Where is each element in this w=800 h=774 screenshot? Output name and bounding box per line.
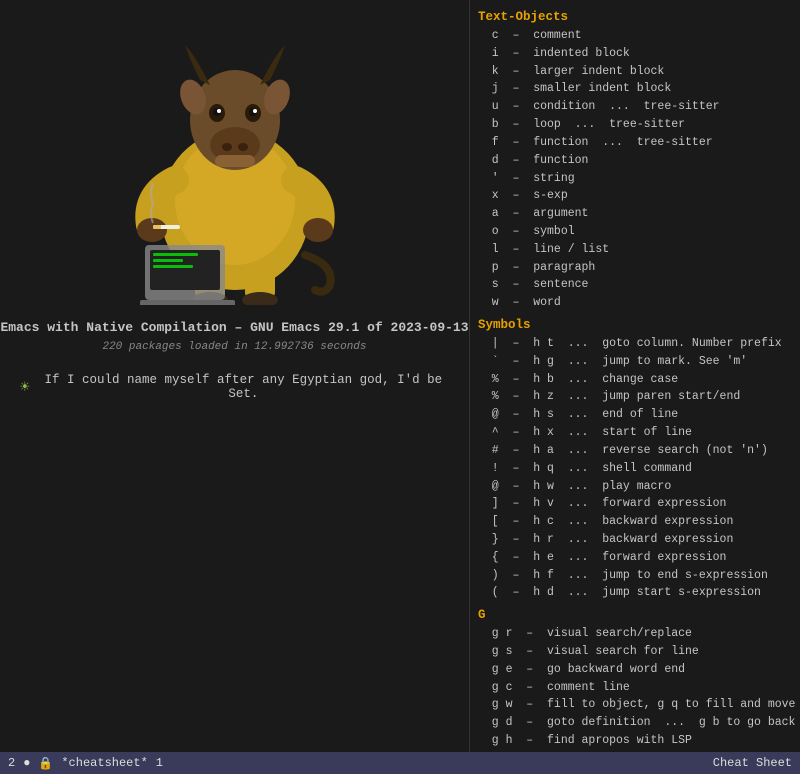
- cheat-line: @ – h w ... play macro: [478, 478, 792, 496]
- cheat-line: o – symbol: [478, 223, 792, 241]
- cheat-line: ` – h g ... jump to mark. See 'm': [478, 353, 792, 371]
- cheat-line: g r – visual search/replace: [478, 625, 792, 643]
- cheat-line: c – comment: [478, 27, 792, 45]
- status-num2: 1: [156, 756, 163, 770]
- cheat-line: } – h r ... backward expression: [478, 531, 792, 549]
- cheat-line: a – argument: [478, 205, 792, 223]
- right-panel[interactable]: Text-Objects c – comment i – indented bl…: [470, 0, 800, 774]
- splash-message: ☀ If I could name myself after any Egypt…: [0, 373, 469, 401]
- cheat-line: x – s-exp: [478, 187, 792, 205]
- status-right-label: Cheat Sheet: [713, 756, 792, 770]
- cheat-line: ^ – h x ... start of line: [478, 424, 792, 442]
- cheat-line: w – word: [478, 294, 792, 312]
- cheat-line: u – condition ... tree-sitter: [478, 98, 792, 116]
- cheat-line: ] – h v ... forward expression: [478, 495, 792, 513]
- section-title-text-objects: Text-Objects: [478, 10, 792, 24]
- sun-icon: ☀: [20, 377, 30, 397]
- cheat-line: # – h a ... reverse search (not 'n'): [478, 442, 792, 460]
- left-panel: Emacs with Native Compilation – GNU Emac…: [0, 0, 470, 774]
- cheat-line: { – h e ... forward expression: [478, 549, 792, 567]
- cheat-line: s – sentence: [478, 276, 792, 294]
- status-bar: 2 ● 🔒 *cheatsheet* 1 Cheat Sheet: [0, 752, 800, 774]
- gnu-mascot-svg: [95, 25, 375, 305]
- cheat-line: b – loop ... tree-sitter: [478, 116, 792, 134]
- cheat-line: % – h z ... jump paren start/end: [478, 388, 792, 406]
- cheat-line: p – paragraph: [478, 259, 792, 277]
- section-title-symbols: Symbols: [478, 318, 792, 332]
- cheat-line: i – indented block: [478, 45, 792, 63]
- status-buffer[interactable]: *cheatsheet*: [61, 756, 147, 770]
- cheat-line: g e – go backward word end: [478, 661, 792, 679]
- status-dot: ●: [23, 756, 30, 770]
- status-lock: 🔒: [38, 756, 53, 771]
- splash-text: If I could name myself after any Egyptia…: [38, 373, 449, 401]
- cheat-line: g d – goto definition ... g b to go back: [478, 714, 792, 732]
- cheat-line: f – function ... tree-sitter: [478, 134, 792, 152]
- emacs-title: Emacs with Native Compilation – GNU Emac…: [0, 320, 468, 335]
- cheat-line: l – line / list: [478, 241, 792, 259]
- status-num: 2: [8, 756, 15, 770]
- cheat-line: [ – h c ... backward expression: [478, 513, 792, 531]
- cheat-line: % – h b ... change case: [478, 371, 792, 389]
- section-title-g: G: [478, 608, 792, 622]
- cheat-line: g s – visual search for line: [478, 643, 792, 661]
- cheat-line: @ – h s ... end of line: [478, 406, 792, 424]
- cheat-line: j – smaller indent block: [478, 80, 792, 98]
- cheat-line: g w – fill to object, g q to fill and mo…: [478, 696, 792, 714]
- packages-loaded: 220 packages loaded in 12.992736 seconds: [102, 341, 366, 353]
- cheat-line: ) – h f ... jump to end s-expression: [478, 567, 792, 585]
- cheat-line: ( – h d ... jump start s-expression: [478, 584, 792, 602]
- cheat-line: ! – h q ... shell command: [478, 460, 792, 478]
- cheat-line: k – larger indent block: [478, 63, 792, 81]
- cheat-line: ' – string: [478, 170, 792, 188]
- cheat-line: g h – find apropos with LSP: [478, 732, 792, 750]
- cheat-line: d – function: [478, 152, 792, 170]
- gnu-mascot-container: [85, 20, 385, 310]
- cheat-line: g c – comment line: [478, 679, 792, 697]
- cheat-line: | – h t ... goto column. Number prefix: [478, 335, 792, 353]
